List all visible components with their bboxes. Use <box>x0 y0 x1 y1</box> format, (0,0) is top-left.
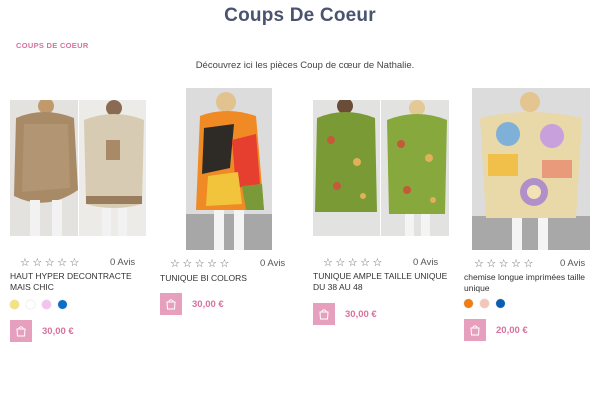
star-outline-icon: ☆ <box>194 257 205 270</box>
product-name[interactable]: chemise longue imprimées taille unique <box>464 272 598 294</box>
product-price: 30,00 € <box>345 309 377 320</box>
product-name[interactable]: TUNIQUE BI COLORS <box>160 273 300 284</box>
star-outline-icon: ☆ <box>511 257 521 270</box>
add-to-cart-button[interactable] <box>313 303 335 325</box>
star-outline-icon: ☆ <box>219 257 230 270</box>
star-outline-icon: ☆ <box>32 256 43 269</box>
review-count[interactable]: 0 Avis <box>260 258 285 269</box>
shopping-bag-icon <box>319 309 329 320</box>
star-outline-icon: ☆ <box>347 256 358 269</box>
rating-stars: ☆ ☆ ☆ ☆ ☆ <box>170 258 232 270</box>
add-to-cart-button[interactable] <box>160 293 182 315</box>
product-price: 20,00 € <box>496 325 528 336</box>
star-outline-icon: ☆ <box>20 256 30 269</box>
product-name[interactable]: HAUT HYPER DECONTRACTE MAIS CHIC <box>10 271 150 293</box>
intro-text: Découvrez ici les pièces Coup de cœur de… <box>195 60 415 71</box>
star-outline-icon: ☆ <box>523 257 534 270</box>
rating-stars: ☆ ☆ ☆ ☆ ☆ <box>474 258 536 270</box>
color-swatch-white[interactable] <box>26 300 35 309</box>
product-card: ☆ ☆ ☆ ☆ ☆ 0 Avis TUNIQUE BI COLORS 30,00… <box>160 88 300 338</box>
star-outline-icon: ☆ <box>372 256 383 269</box>
color-swatch-peach[interactable] <box>480 299 489 308</box>
star-outline-icon: ☆ <box>335 256 346 269</box>
product-image[interactable] <box>10 100 146 236</box>
color-swatches <box>464 299 512 308</box>
color-swatch-blue[interactable] <box>58 300 67 309</box>
product-name[interactable]: TUNIQUE AMPLE TAILLE UNIQUE DU 38 AU 48 <box>313 271 453 293</box>
review-count[interactable]: 0 Avis <box>560 258 585 269</box>
breadcrumb[interactable]: COUPS DE COEUR <box>16 41 89 50</box>
rating-stars: ☆ ☆ ☆ ☆ ☆ <box>20 257 82 269</box>
product-image[interactable] <box>472 88 590 250</box>
rating-stars: ☆ ☆ ☆ ☆ ☆ <box>323 257 385 269</box>
color-swatches <box>10 300 74 309</box>
product-price: 30,00 € <box>42 326 74 337</box>
star-outline-icon: ☆ <box>170 257 180 270</box>
shopping-bag-icon <box>166 299 176 310</box>
product-image[interactable] <box>186 88 272 250</box>
product-card: ☆ ☆ ☆ ☆ ☆ 0 Avis TUNIQUE AMPLE TAILLE UN… <box>313 100 453 350</box>
page-title: Coups De Coeur <box>224 5 376 26</box>
star-outline-icon: ☆ <box>474 257 484 270</box>
star-outline-icon: ☆ <box>44 256 55 269</box>
color-swatch-pink[interactable] <box>42 300 51 309</box>
add-to-cart-button[interactable] <box>464 319 486 341</box>
shopping-bag-icon <box>16 326 26 337</box>
color-swatch-blue[interactable] <box>496 299 505 308</box>
star-outline-icon: ☆ <box>207 257 217 270</box>
star-outline-icon: ☆ <box>182 257 193 270</box>
review-count[interactable]: 0 Avis <box>110 257 135 268</box>
star-outline-icon: ☆ <box>323 256 333 269</box>
color-swatch-yellow[interactable] <box>10 300 19 309</box>
star-outline-icon: ☆ <box>57 256 67 269</box>
product-card: ☆ ☆ ☆ ☆ ☆ 0 Avis chemise longue imprimée… <box>464 88 600 348</box>
shopping-bag-icon <box>470 325 480 336</box>
product-card: ☆ ☆ ☆ ☆ ☆ 0 Avis HAUT HYPER DECONTRACTE … <box>10 100 150 350</box>
star-outline-icon: ☆ <box>360 256 370 269</box>
color-swatch-orange[interactable] <box>464 299 473 308</box>
review-count[interactable]: 0 Avis <box>413 257 438 268</box>
product-image[interactable] <box>313 100 449 236</box>
star-outline-icon: ☆ <box>69 256 80 269</box>
add-to-cart-button[interactable] <box>10 320 32 342</box>
product-price: 30,00 € <box>192 299 224 310</box>
star-outline-icon: ☆ <box>498 257 509 270</box>
star-outline-icon: ☆ <box>486 257 497 270</box>
